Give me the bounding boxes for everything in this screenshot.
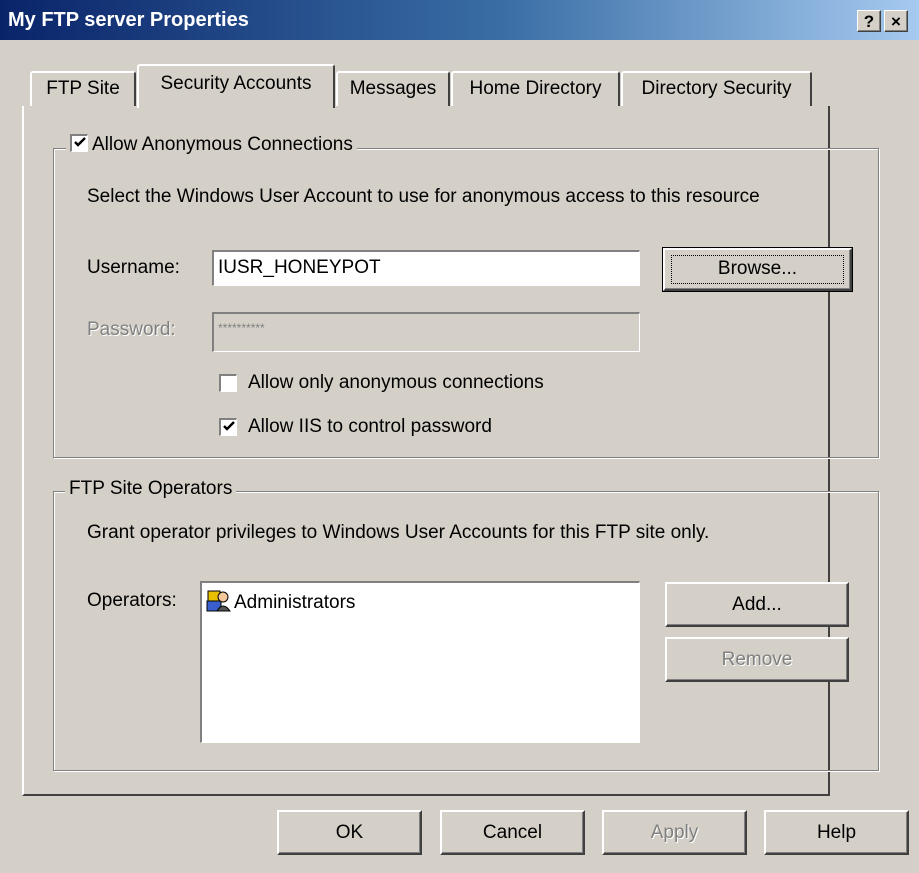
apply-button[interactable]: Apply bbox=[602, 810, 747, 855]
cancel-button[interactable]: Cancel bbox=[440, 810, 585, 855]
password-input[interactable]: ********** bbox=[212, 312, 640, 352]
allow-anonymous-checkbox[interactable] bbox=[70, 134, 88, 152]
operators-description: Grant operator privileges to Windows Use… bbox=[87, 522, 710, 543]
remove-button[interactable]: Remove bbox=[665, 637, 849, 682]
focus-rectangle bbox=[671, 255, 844, 284]
tab-security-accounts[interactable]: Security Accounts bbox=[137, 64, 335, 108]
operator-name: Administrators bbox=[234, 592, 356, 613]
only-anonymous-checkbox[interactable] bbox=[219, 374, 237, 392]
iis-control-label[interactable]: Allow IIS to control password bbox=[248, 416, 492, 438]
tab-messages[interactable]: Messages bbox=[336, 71, 450, 107]
anonymous-group-header: Allow Anonymous Connections bbox=[66, 134, 357, 160]
allow-anonymous-label[interactable]: Allow Anonymous Connections bbox=[92, 134, 353, 155]
help-dialog-button[interactable]: Help bbox=[764, 810, 909, 855]
tab-ftp-site[interactable]: FTP Site bbox=[30, 71, 136, 107]
checkmark-icon bbox=[74, 137, 86, 147]
add-button[interactable]: Add... bbox=[665, 582, 849, 627]
title-bar: My FTP server Properties ? × bbox=[0, 0, 919, 40]
user-group-icon bbox=[206, 590, 231, 612]
password-label: Password: bbox=[87, 319, 176, 340]
iis-control-checkbox[interactable] bbox=[219, 418, 237, 436]
operators-label: Operators: bbox=[87, 590, 177, 611]
help-button[interactable]: ? bbox=[857, 10, 881, 32]
operators-group-label: FTP Site Operators bbox=[65, 478, 237, 500]
ok-button[interactable]: OK bbox=[277, 810, 422, 855]
anonymous-description: Select the Windows User Account to use f… bbox=[87, 186, 760, 207]
username-input[interactable]: IUSR_HONEYPOT bbox=[212, 250, 640, 286]
only-anonymous-label[interactable]: Allow only anonymous connections bbox=[248, 372, 544, 394]
tab-home-directory[interactable]: Home Directory bbox=[451, 71, 620, 107]
operators-listbox[interactable]: Administrators bbox=[200, 581, 640, 743]
checkmark-icon bbox=[223, 421, 235, 431]
close-button[interactable]: × bbox=[884, 10, 908, 32]
tab-directory-security[interactable]: Directory Security bbox=[621, 71, 812, 107]
window-title: My FTP server Properties bbox=[8, 9, 249, 31]
username-label: Username: bbox=[87, 257, 180, 278]
list-item[interactable]: Administrators bbox=[206, 589, 355, 614]
browse-button[interactable]: Browse... bbox=[662, 247, 853, 292]
